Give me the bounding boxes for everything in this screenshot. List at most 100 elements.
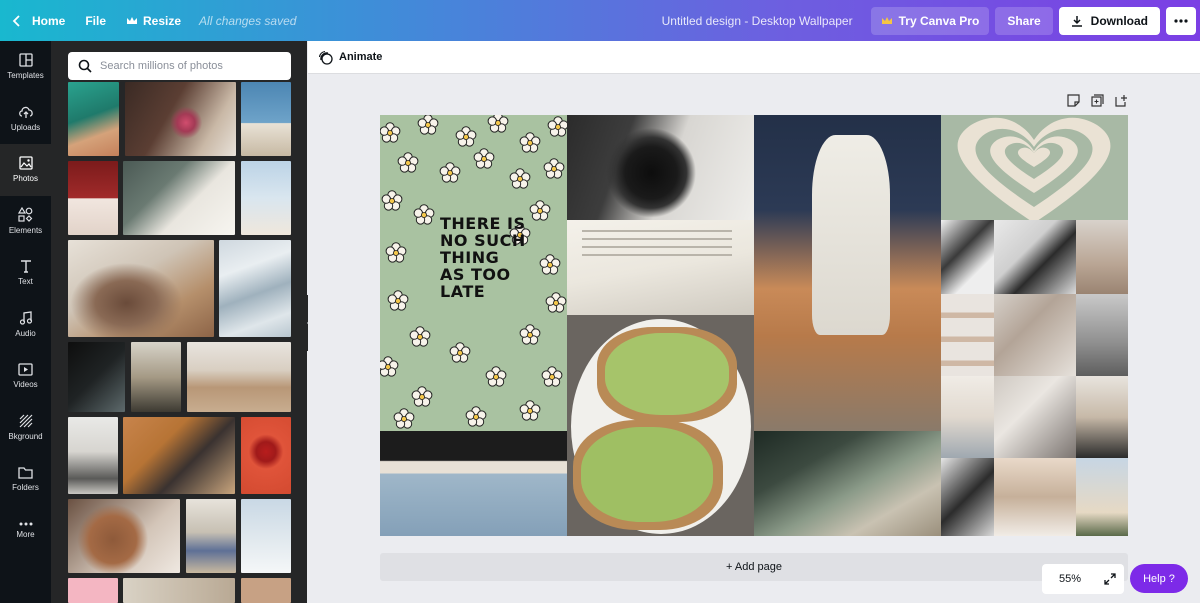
photo-thumbnail[interactable] [68, 240, 214, 337]
collage-photo[interactable] [1076, 458, 1128, 536]
animate-icon [318, 50, 333, 65]
photo-thumbnail[interactable] [125, 82, 236, 156]
note-icon[interactable] [1067, 94, 1080, 107]
money-nails-photo[interactable] [754, 431, 941, 536]
photo-icon [18, 156, 33, 170]
photo-thumbnail[interactable] [219, 240, 291, 337]
jeans-photo[interactable] [380, 431, 567, 536]
rail-item-photos[interactable]: Photos [0, 144, 51, 196]
home-label: Home [32, 13, 66, 28]
animate-toolbar: Animate [308, 41, 1200, 74]
more-options-button[interactable] [1166, 6, 1196, 35]
camera-photo[interactable] [567, 115, 754, 220]
rail-label-folders: Folders [12, 482, 39, 492]
photo-thumbnail[interactable] [123, 417, 235, 494]
design-title[interactable]: Untitled design - Desktop Wallpaper [662, 14, 853, 28]
home-button[interactable]: Home [0, 0, 75, 41]
resize-label: Resize [143, 13, 182, 28]
collage-photo[interactable] [941, 294, 994, 376]
rail-item-text[interactable]: Text [0, 247, 51, 299]
rail-label-more: More [16, 529, 35, 539]
design-canvas[interactable]: THERE IS NO SUCH THING AS TOO LATE [380, 115, 1128, 536]
photo-thumbnail[interactable] [131, 342, 181, 412]
photo-thumbnail[interactable] [68, 499, 180, 573]
photo-thumbnail[interactable] [241, 417, 291, 494]
collage-photo[interactable] [941, 458, 994, 536]
help-button[interactable]: Help ? [1130, 564, 1188, 593]
quote-image[interactable]: THERE IS NO SUCH THING AS TOO LATE [380, 115, 567, 431]
photo-thumbnail[interactable] [68, 578, 118, 603]
try-canva-pro-button[interactable]: Try Canva Pro [870, 6, 990, 35]
top-bar: Home File Resize All changes saved Untit… [0, 0, 1200, 41]
rail-item-more[interactable]: More [0, 505, 51, 557]
collage-photo[interactable] [941, 220, 994, 294]
fullscreen-icon[interactable] [1104, 573, 1116, 585]
rail-item-uploads[interactable]: Uploads [0, 93, 51, 145]
photo-thumbnail[interactable] [123, 161, 235, 235]
collage-photo[interactable] [994, 376, 1076, 458]
photo-thumbnail[interactable] [241, 161, 291, 235]
photo-thumbnail[interactable] [187, 342, 291, 412]
heart-pattern-image[interactable] [941, 115, 1128, 220]
add-page-button[interactable]: + Add page [380, 553, 1128, 581]
book-photo[interactable] [567, 220, 754, 315]
download-label: Download [1090, 13, 1148, 28]
photo-thumbnail[interactable] [68, 161, 118, 235]
duplicate-page-icon[interactable] [1091, 94, 1104, 107]
resize-button[interactable]: Resize [116, 0, 191, 41]
more-icon [1174, 18, 1188, 23]
dress-photo[interactable] [754, 115, 941, 431]
rail-label-background: Bkground [8, 431, 43, 441]
try-pro-label: Try Canva Pro [898, 13, 980, 28]
collage-photo[interactable] [1076, 220, 1128, 294]
rail-item-templates[interactable]: Templates [0, 41, 51, 93]
help-label: Help ? [1143, 572, 1175, 585]
photo-thumbnail[interactable] [186, 499, 236, 573]
photos-panel [51, 41, 307, 603]
quote-text: THERE IS NO SUCH THING AS TOO LATE [440, 214, 526, 301]
add-page-label: + Add page [726, 561, 782, 573]
photo-search-input[interactable] [100, 60, 280, 72]
photo-thumbnail[interactable] [68, 82, 119, 156]
collage-photo[interactable] [941, 376, 994, 458]
collage-photo[interactable] [994, 458, 1076, 536]
canva-editor: Home File Resize All changes saved Untit… [0, 0, 1200, 603]
zoom-control[interactable]: 55% [1042, 564, 1124, 594]
video-icon [18, 363, 33, 376]
rail-label-uploads: Uploads [10, 122, 41, 132]
crown-icon [881, 16, 892, 24]
avocado-toast-photo[interactable] [567, 315, 754, 536]
add-page-icon[interactable] [1115, 94, 1128, 107]
zoom-level: 55% [1059, 573, 1082, 585]
rail-item-audio[interactable]: Audio [0, 299, 51, 351]
photo-search-box[interactable] [68, 52, 291, 80]
collage-photo[interactable] [1076, 376, 1128, 458]
rail-item-folders[interactable]: Folders [0, 453, 51, 505]
download-icon [1071, 15, 1082, 27]
rail-item-videos[interactable]: Videos [0, 350, 51, 402]
rail-label-text: Text [18, 277, 33, 287]
chevron-left-icon [12, 14, 20, 27]
crown-icon [127, 16, 138, 24]
download-button[interactable]: Download [1058, 6, 1160, 35]
rail-label-elements: Elements [8, 226, 43, 236]
photo-thumbnail[interactable] [68, 342, 125, 412]
photo-thumbnail[interactable] [241, 499, 291, 573]
animate-button[interactable]: Animate [339, 51, 382, 63]
photo-thumbnail[interactable] [68, 417, 118, 494]
photo-thumbnail[interactable] [123, 578, 235, 603]
background-icon [19, 414, 32, 428]
collage-photo[interactable] [994, 220, 1076, 294]
share-label: Share [1007, 13, 1041, 28]
side-rail: Templates Uploads Photos Elements Text A… [0, 41, 51, 603]
photo-thumbnail[interactable] [241, 82, 291, 156]
file-menu-button[interactable]: File [75, 0, 116, 41]
rail-item-background[interactable]: Bkground [0, 402, 51, 454]
search-icon [78, 59, 92, 73]
share-button[interactable]: Share [995, 6, 1053, 35]
rail-item-elements[interactable]: Elements [0, 196, 51, 248]
collage-photo[interactable] [1076, 294, 1128, 376]
collage-photo[interactable] [994, 294, 1076, 376]
photo-thumbnail[interactable] [241, 578, 291, 603]
folder-icon [18, 467, 33, 479]
